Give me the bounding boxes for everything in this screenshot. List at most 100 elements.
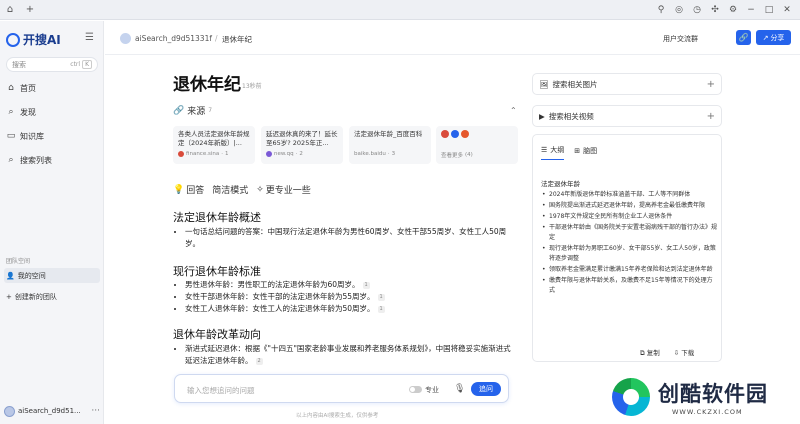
list-icon: ☰ [541, 146, 548, 154]
site-icon [178, 151, 184, 157]
sparkle-icon: ✧ [256, 184, 264, 195]
pro-toggle[interactable] [409, 386, 422, 393]
sidebar-item-library[interactable]: ▭ 知识库 [6, 128, 98, 144]
user-group-link[interactable]: 用户交流群 [663, 34, 698, 44]
disclaimer: 以上内容由AI搜索生成，仅供参考 [296, 413, 379, 419]
tab-mindmap[interactable]: ⊞ 脑图 [574, 145, 597, 160]
outline-item: 2024年新版退休年龄标准涵盖干部、工人等不同群体 [541, 190, 717, 200]
page-title: 退休年纪 [173, 75, 241, 95]
sources-count: 7 [208, 107, 213, 114]
more-icon[interactable]: ··· [91, 406, 100, 416]
list-item: 渐进式延迟退休：根据《"十四五"国家老龄事业发展和养老服务体系规划》，中国将稳妥… [185, 343, 515, 367]
search-placeholder: 搜索 [12, 60, 26, 69]
download-button[interactable]: ⇩ 下载 [674, 347, 695, 358]
more-sources-icons [441, 130, 513, 148]
timestamp: 13秒前 [242, 83, 262, 90]
close-icon[interactable]: ✕ [780, 5, 794, 15]
collapse-sidebar-icon[interactable]: ☰ [85, 32, 94, 43]
citation-badge[interactable]: 1 [377, 305, 385, 313]
logo-text: 开搜AI [23, 33, 61, 47]
new-tab-icon[interactable]: + [20, 0, 40, 20]
breadcrumb-user[interactable]: aiSearch_d9d51331f [135, 34, 212, 43]
copy-icon: ⧉ [640, 349, 645, 357]
maximize-icon[interactable]: □ [762, 5, 776, 15]
outline-item: 国务院提出渐进式延迟退休年龄，提高养老金最低缴费年限 [541, 201, 717, 211]
source-card[interactable]: 各类人员法定退休年龄规定（2024年新版）|... finance.sina · 1 [173, 126, 255, 164]
team-section-label: 团队空间 [6, 258, 31, 265]
breadcrumb-current: 退休年纪 [222, 35, 252, 44]
sidebar-item-search-list[interactable]: ⌕ 搜索列表 [6, 152, 98, 168]
outline-item: 现行退休年龄为男职工60岁、女干部55岁、女工人50岁，政策将逐步调整 [541, 244, 717, 264]
tab-answer[interactable]: 💡 回答 [173, 183, 204, 197]
browser-bar: ⌂ + ⚲ ◎ ◷ ✣ ⚙ − □ ✕ [0, 0, 800, 20]
list-item: 女性干部退休年龄：女性干部的法定退休年龄为55周岁。1 [185, 291, 515, 303]
source-card[interactable]: 法定退休年龄_百度百科 baike.baidu · 3 [349, 126, 431, 164]
plus-icon: + [6, 292, 12, 301]
watermark-text: 创酷软件园 [658, 382, 768, 406]
followup-placeholder: 输入您想追问的问题 [187, 386, 255, 395]
pin-icon[interactable]: ⚲ [654, 5, 668, 15]
watermark-url: WWW.CKZXI.COM [672, 408, 743, 416]
home-tab-icon[interactable]: ⌂ [0, 0, 20, 20]
outline-list: 法定退休年龄 2024年新版退休年龄标准涵盖干部、工人等不同群体 国务院提出渐进… [541, 179, 717, 297]
breadcrumb-separator: / [215, 34, 218, 43]
mic-icon[interactable]: 🎙 [454, 384, 465, 394]
chevron-up-icon[interactable]: ⌃ [510, 106, 517, 115]
related-videos-panel[interactable]: ▶ 搜索相关视频 + [532, 105, 722, 127]
bulb-icon: 💡 [173, 184, 185, 195]
answer-mode-tabs: 💡 回答 简洁模式 ✧ 更专业一些 [173, 183, 311, 197]
tab-concise[interactable]: 简洁模式 [212, 183, 248, 196]
my-space-item[interactable]: 👤 我的空间 [4, 268, 100, 283]
clock-icon[interactable]: ◷ [690, 5, 704, 15]
watermark-logo-icon [612, 378, 650, 416]
compass-icon[interactable]: ◎ [672, 5, 686, 15]
outline-item: 领取养老金需满足累计缴满15年养老保险和达到法定退休年龄 [541, 265, 717, 275]
logo-icon [6, 32, 20, 47]
citation-badge[interactable]: 2 [255, 357, 263, 365]
library-icon: ▭ [6, 131, 16, 141]
tab-outline[interactable]: ☰ 大纲 [541, 145, 565, 160]
create-team-button[interactable]: + 创建新的团队 [4, 289, 100, 304]
video-icon: ▶ [539, 111, 545, 121]
copy-button[interactable]: ⧉ 复制 [640, 347, 660, 358]
share-button[interactable]: ↗ 分享 [756, 30, 791, 45]
citation-badge[interactable]: 1 [362, 281, 370, 289]
watermark: 创酷软件园 WWW.CKZXI.COM [612, 372, 797, 422]
related-images-panel[interactable]: 🖼 搜索相关图片 + [532, 73, 722, 95]
minimize-icon[interactable]: − [744, 5, 758, 15]
tab-professional[interactable]: ✧ 更专业一些 [256, 183, 311, 197]
section-heading: 现行退休年龄标准 [173, 265, 261, 278]
pro-label: 专业 [425, 386, 439, 394]
gear-icon[interactable]: ⚙ [726, 5, 740, 15]
discover-icon: ⌕ [8, 107, 14, 117]
user-profile[interactable]: aiSearch_d9d51... ··· [4, 403, 100, 419]
logo[interactable]: 开搜AI [6, 31, 61, 48]
list-icon: ⌕ [8, 155, 14, 165]
sidebar-item-home[interactable]: ⌂ 首页 [6, 80, 98, 96]
send-button[interactable]: 追问 [471, 382, 501, 396]
sidebar: 开搜AI ☰ 搜索 ctrl K ⌂ 首页 ⌕ 发现 ▭ 知识库 ⌕ 搜索列表 团… [0, 21, 104, 424]
link-icon[interactable]: 🔗 [736, 30, 751, 45]
header-avatar [120, 33, 131, 44]
outline-item: 干部退休年龄由《国务院关于安置老弱病残干部的暂行办法》规定 [541, 223, 717, 243]
sidebar-item-discover[interactable]: ⌕ 发现 [6, 104, 98, 120]
source-card[interactable]: 延迟退休真的来了！延长至65岁? 2025年正... new.qq · 2 [261, 126, 343, 164]
list-item: 女性工人退休年龄：女性工人的法定退休年龄为50周岁。1 [185, 303, 515, 315]
plus-icon[interactable]: + [707, 111, 715, 122]
list-item: 男性退休年龄：男性职工的法定退休年龄为60周岁。1 [185, 279, 515, 291]
section-list: 男性退休年龄：男性职工的法定退休年龄为60周岁。1 女性干部退休年龄：女性干部的… [185, 279, 515, 315]
section-list: 一句话总结问题的答案：中国现行法定退休年龄为男性60周岁、女性干部55周岁、女性… [185, 226, 515, 250]
sources-header: 🔗 来源 7 [173, 105, 213, 118]
followup-input[interactable]: 输入您想追问的问题 专业 🎙 追问 [174, 374, 509, 403]
citation-badge[interactable]: 1 [377, 293, 385, 301]
outline-heading: 法定退休年龄 [541, 180, 580, 188]
avatar [4, 405, 15, 417]
puzzle-icon[interactable]: ✣ [708, 5, 722, 15]
sidebar-search-input[interactable]: 搜索 ctrl K [6, 57, 98, 72]
plus-icon[interactable]: + [707, 79, 715, 90]
search-shortcut: ctrl K [70, 60, 92, 69]
outline-item: 1978年文件规定全民所有制企业工人退休条件 [541, 212, 717, 222]
outline-item: 缴费年限与退休年龄关系，及缴费不足15年等情况下的处理方式 [541, 276, 717, 296]
home-icon: ⌂ [8, 83, 14, 93]
more-sources-card[interactable]: 查看更多 (4) [436, 126, 518, 164]
